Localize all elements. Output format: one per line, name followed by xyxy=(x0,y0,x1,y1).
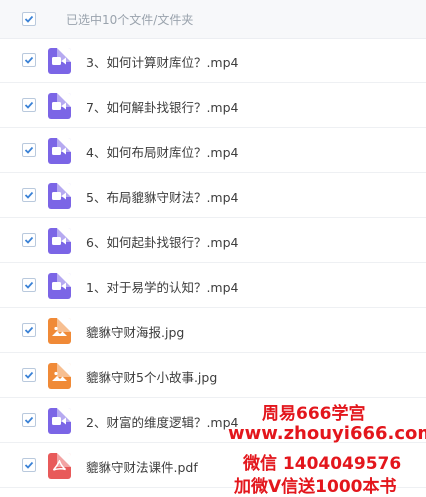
select-all-checkbox[interactable] xyxy=(22,12,36,26)
check-icon xyxy=(24,15,34,23)
file-name[interactable]: 貔貅守财海报.jpg xyxy=(86,322,184,341)
image-file-icon xyxy=(48,318,71,344)
watermark-line-3: 微信 1404049576 xyxy=(243,454,402,474)
video-file-icon xyxy=(48,273,71,299)
check-icon xyxy=(24,236,34,244)
file-row[interactable]: 4、如何布局财库位？.mp4 xyxy=(0,128,426,173)
check-icon xyxy=(24,416,34,424)
video-file-icon xyxy=(48,48,71,74)
image-file-icon xyxy=(48,363,71,389)
file-name[interactable]: 6、如何起卦找银行？.mp4 xyxy=(86,232,239,251)
file-row[interactable]: 7、如何解卦找银行？.mp4 xyxy=(0,83,426,128)
file-name[interactable]: 7、如何解卦找银行？.mp4 xyxy=(86,97,239,116)
watermark-line-1: 周易666学宫 xyxy=(262,404,366,424)
check-icon xyxy=(24,326,34,334)
file-checkbox[interactable] xyxy=(22,53,36,67)
file-name[interactable]: 1、对于易学的认知？.mp4 xyxy=(86,277,239,296)
file-checkbox[interactable] xyxy=(22,98,36,112)
file-name[interactable]: 2、财富的维度逻辑？.mp4 xyxy=(86,412,239,431)
watermark-line-2: www.zhouyi666.com xyxy=(228,423,426,444)
file-name[interactable]: 4、如何布局财库位？.mp4 xyxy=(86,142,239,161)
file-name[interactable]: 5、布局貔貅守财法？.mp4 xyxy=(86,187,239,206)
file-row[interactable]: 3、如何计算财库位？.mp4 xyxy=(0,38,426,83)
file-row[interactable]: 1、对于易学的认知？.mp4 xyxy=(0,263,426,308)
file-checkbox[interactable] xyxy=(22,413,36,427)
file-checkbox[interactable] xyxy=(22,278,36,292)
check-icon xyxy=(24,371,34,379)
check-icon xyxy=(24,101,34,109)
check-icon xyxy=(24,191,34,199)
file-checkbox[interactable] xyxy=(22,368,36,382)
video-file-icon xyxy=(48,183,71,209)
video-file-icon xyxy=(48,228,71,254)
file-row[interactable]: 貔貅守财海报.jpg xyxy=(0,308,426,353)
selection-header: 已选中10个文件/文件夹 xyxy=(0,0,426,39)
file-checkbox[interactable] xyxy=(22,458,36,472)
file-checkbox[interactable] xyxy=(22,233,36,247)
video-file-icon xyxy=(48,93,71,119)
file-name[interactable]: 3、如何计算财库位？.mp4 xyxy=(86,52,239,71)
file-name[interactable]: 貔貅守财法课件.pdf xyxy=(86,457,198,476)
video-file-icon xyxy=(48,408,71,434)
check-icon xyxy=(24,56,34,64)
check-icon xyxy=(24,281,34,289)
watermark-line-4: 加微V信送1000本书 xyxy=(234,477,397,497)
file-checkbox[interactable] xyxy=(22,188,36,202)
file-row[interactable]: 6、如何起卦找银行？.mp4 xyxy=(0,218,426,263)
pdf-file-icon xyxy=(48,453,71,479)
file-row[interactable]: 貔貅守财5个小故事.jpg xyxy=(0,353,426,398)
file-row[interactable]: 5、布局貔貅守财法？.mp4 xyxy=(0,173,426,218)
file-name[interactable]: 貔貅守财5个小故事.jpg xyxy=(86,367,217,386)
check-icon xyxy=(24,146,34,154)
selection-count-text: 已选中10个文件/文件夹 xyxy=(66,13,194,27)
check-icon xyxy=(24,461,34,469)
video-file-icon xyxy=(48,138,71,164)
file-checkbox[interactable] xyxy=(22,323,36,337)
file-checkbox[interactable] xyxy=(22,143,36,157)
